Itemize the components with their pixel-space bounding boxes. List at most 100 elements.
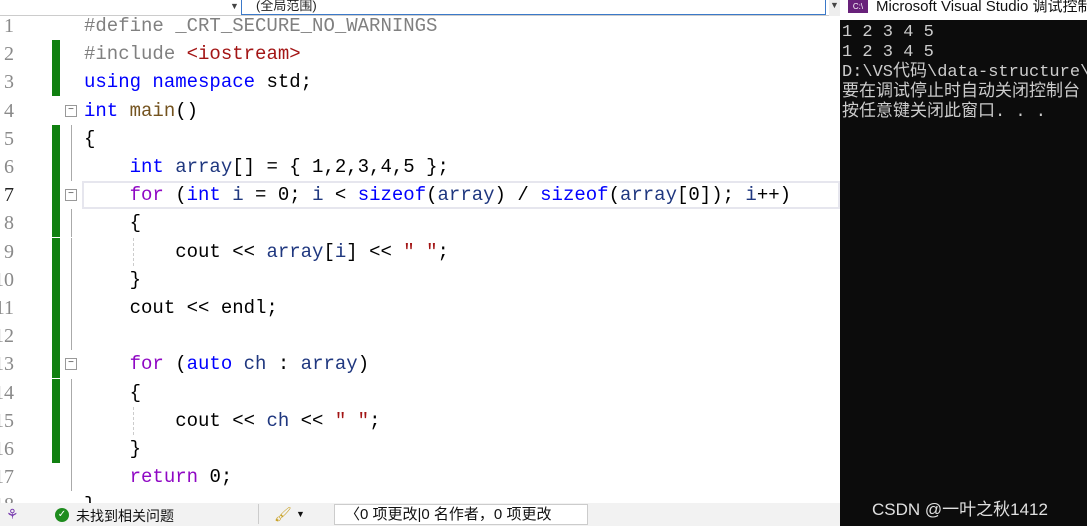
code-text: int array[] = { 1,2,3,4,5 }; bbox=[84, 153, 449, 181]
code-token: std; bbox=[266, 71, 313, 94]
code-token: int bbox=[84, 99, 130, 122]
change-marker bbox=[52, 265, 60, 294]
code-line[interactable]: 1 #define _CRT_SECURE_NO_WARNINGS bbox=[0, 16, 840, 40]
code-token: { bbox=[84, 127, 96, 150]
divider bbox=[258, 504, 259, 524]
outline-guide bbox=[71, 265, 72, 294]
line-number: 6 bbox=[4, 156, 14, 178]
debug-console-window[interactable]: C:\ Microsoft Visual Studio 调试控制台 1 2 3 4… bbox=[840, 0, 1087, 526]
code-token: ++) bbox=[756, 184, 792, 207]
change-marker bbox=[52, 378, 60, 407]
code-token: cout << bbox=[175, 240, 267, 263]
change-marker bbox=[52, 406, 60, 435]
line-number: 7 bbox=[4, 184, 14, 207]
code-token: ch bbox=[266, 409, 290, 432]
outline-guide bbox=[71, 435, 72, 463]
code-line[interactable]: 7− for (int i = 0; i < sizeof(array) / s… bbox=[0, 181, 840, 210]
code-token: array bbox=[175, 156, 233, 178]
code-token: auto bbox=[186, 353, 244, 376]
code-token: i bbox=[334, 240, 347, 263]
change-marker bbox=[52, 153, 60, 181]
code-token: [ bbox=[323, 240, 335, 263]
chevron-left-icon: 〈 bbox=[345, 506, 361, 523]
code-line[interactable]: 15 cout << ch << " "; bbox=[0, 406, 840, 435]
code-line[interactable]: 16 } bbox=[0, 435, 840, 463]
line-number: 12 bbox=[0, 325, 14, 348]
code-token: { bbox=[129, 381, 142, 404]
outline-guide bbox=[71, 209, 72, 238]
code-text: } bbox=[84, 435, 141, 463]
outline-guide bbox=[71, 294, 72, 322]
line-number: 14 bbox=[0, 381, 14, 404]
code-line[interactable]: 8 { bbox=[0, 209, 840, 238]
code-token: for bbox=[129, 184, 176, 207]
code-token: main bbox=[129, 99, 176, 122]
change-marker bbox=[52, 435, 60, 463]
code-text: #include <iostream> bbox=[84, 40, 301, 68]
code-token: ( bbox=[608, 184, 620, 207]
code-token: < bbox=[323, 184, 358, 207]
cleanup-brush-icon[interactable]: 🖌 bbox=[274, 506, 292, 523]
code-editor[interactable]: 1 #define _CRT_SECURE_NO_WARNINGS 2 #includ… bbox=[0, 16, 840, 503]
code-token: #include bbox=[84, 43, 187, 66]
change-marker bbox=[52, 124, 60, 153]
code-token: i bbox=[745, 184, 757, 207]
watermark: CSDN @一叶之秋1412 bbox=[872, 500, 1048, 519]
code-line[interactable]: 2 #include <iostream> bbox=[0, 40, 840, 69]
code-token: () bbox=[175, 99, 199, 122]
dropdown-arrow-icon[interactable]: ▼ bbox=[296, 509, 305, 519]
code-line[interactable]: 12 bbox=[0, 322, 840, 351]
code-text: { bbox=[84, 379, 141, 407]
code-line[interactable]: 13 − for (auto ch : array) bbox=[0, 350, 840, 379]
line-number: 5 bbox=[4, 127, 14, 150]
code-text: cout << ch << " "; bbox=[84, 407, 380, 435]
change-marker bbox=[52, 322, 60, 351]
dropdown-arrow-icon[interactable]: ▼ bbox=[829, 0, 840, 16]
code-line[interactable]: 18} bbox=[0, 491, 840, 503]
outline-guide bbox=[71, 406, 72, 435]
check-icon: ✓ bbox=[55, 508, 69, 522]
issues-status[interactable]: 未找到相关问题 bbox=[76, 506, 174, 526]
code-token: : bbox=[266, 353, 301, 376]
intellicode-icon[interactable]: ⚘ bbox=[6, 506, 19, 523]
console-line: 1 2 3 4 5 bbox=[842, 43, 934, 62]
console-line: D:\VS代码\data-structure\ bbox=[842, 63, 1087, 82]
scope-dropdown[interactable]: (全局范围) bbox=[241, 0, 826, 15]
collapse-icon[interactable]: − bbox=[65, 358, 77, 371]
outline-guide bbox=[71, 322, 72, 351]
console-line: 1 2 3 4 5 bbox=[842, 23, 934, 42]
console-title: Microsoft Visual Studio 调试控制台 bbox=[876, 0, 1087, 15]
outline-guide bbox=[71, 463, 72, 492]
code-token: } bbox=[129, 268, 142, 291]
code-line[interactable]: 11 cout << endl; bbox=[0, 294, 840, 322]
code-text: int main() bbox=[84, 97, 198, 125]
code-line[interactable]: 6 int array[] = { 1,2,3,4,5 }; bbox=[0, 153, 840, 181]
code-token: ] << bbox=[346, 240, 404, 263]
code-text: using namespace std; bbox=[84, 68, 312, 96]
code-line[interactable]: 3 using namespace std; bbox=[0, 68, 840, 97]
change-marker bbox=[52, 40, 60, 69]
code-line[interactable]: 9 cout << array[i] << " "; bbox=[0, 237, 840, 266]
code-token: ( bbox=[175, 184, 187, 207]
code-line[interactable]: 14 { bbox=[0, 378, 840, 407]
dropdown-arrow-icon[interactable]: ▼ bbox=[230, 1, 239, 11]
code-text: cout << endl; bbox=[84, 294, 278, 322]
code-line[interactable]: 10 } bbox=[0, 265, 840, 294]
line-number: 9 bbox=[4, 240, 14, 263]
code-text: return 0; bbox=[84, 463, 233, 491]
code-token: << bbox=[289, 409, 335, 432]
navigation-bar: ▼ (全局范围) ▼ bbox=[0, 0, 840, 16]
line-number: 16 bbox=[0, 438, 14, 460]
code-line[interactable]: 17 return 0; bbox=[0, 463, 840, 492]
code-line[interactable]: 5{ bbox=[0, 124, 840, 153]
code-token: ch bbox=[243, 353, 267, 376]
line-number: 8 bbox=[4, 212, 14, 235]
collapse-icon[interactable]: − bbox=[65, 104, 77, 117]
line-number: 2 bbox=[4, 43, 14, 66]
collapse-icon[interactable]: − bbox=[65, 189, 77, 202]
line-number: 10 bbox=[0, 268, 14, 291]
code-token: using namespace bbox=[84, 71, 267, 94]
code-line[interactable]: 4 − int main() bbox=[0, 97, 840, 125]
git-changes-indicator[interactable]: 〈0 项更改|0 名作者，0 项更改 bbox=[334, 504, 588, 525]
code-token: = 0; bbox=[243, 184, 313, 207]
